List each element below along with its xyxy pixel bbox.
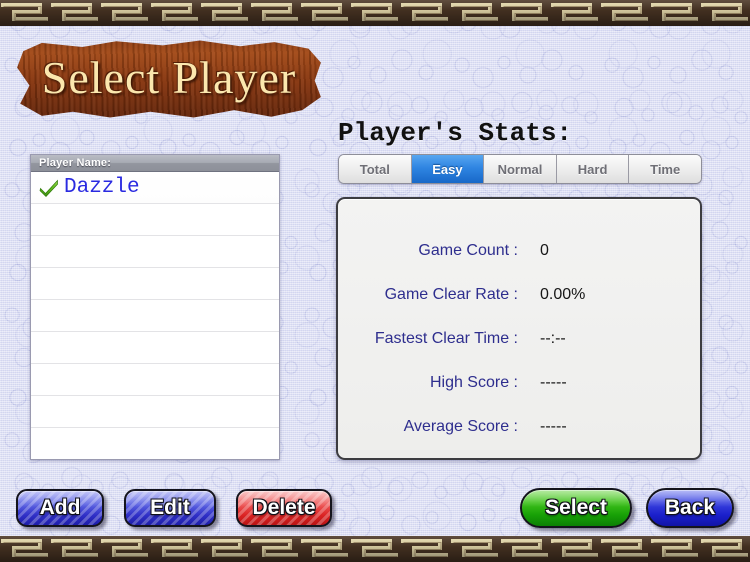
page-title: Select Player [41, 52, 297, 103]
list-item[interactable] [31, 300, 279, 332]
tab-hard[interactable]: Hard [556, 155, 630, 183]
tab-total[interactable]: Total [339, 155, 412, 183]
stat-label: Fastest Clear Time : [374, 330, 518, 347]
player-list-header: Player Name: [31, 155, 279, 172]
stat-row-average-score: Average Score : ----- [338, 405, 700, 449]
stat-row-fastest-clear-time: Fastest Clear Time : --:-- [338, 317, 700, 361]
edit-button-label: Edit [150, 496, 190, 519]
select-button[interactable]: Select [520, 488, 632, 528]
stats-panel: Game Count : 0 Game Clear Rate : 0.00% F… [336, 197, 702, 460]
stat-value: 0.00% [540, 286, 586, 303]
select-button-label: Select [545, 496, 607, 519]
top-border-frame [0, 0, 750, 26]
difficulty-tab-group[interactable]: Total Easy Normal Hard Time [338, 154, 702, 184]
tab-normal[interactable]: Normal [484, 155, 557, 183]
tab-time[interactable]: Time [629, 155, 701, 183]
add-button-label: Add [39, 496, 81, 519]
delete-button-label: Delete [252, 496, 316, 519]
green-check-icon [38, 177, 60, 199]
stat-value: 0 [540, 242, 549, 259]
stat-label: Game Count : [418, 242, 518, 259]
stat-value: --:-- [540, 330, 566, 347]
list-item[interactable] [31, 428, 279, 459]
stats-heading: Player's Stats: [338, 118, 573, 148]
list-item[interactable] [31, 396, 279, 428]
delete-button[interactable]: Delete [236, 489, 332, 527]
stat-row-game-clear-rate: Game Clear Rate : 0.00% [338, 273, 700, 317]
list-item[interactable] [31, 332, 279, 364]
stat-row-game-count: Game Count : 0 [338, 229, 700, 273]
edit-button[interactable]: Edit [124, 489, 216, 527]
tab-easy[interactable]: Easy [411, 155, 485, 183]
list-item[interactable] [31, 236, 279, 268]
back-button-label: Back [664, 496, 716, 519]
stat-label: Game Clear Rate : [384, 286, 518, 303]
stat-value: ----- [540, 374, 567, 391]
back-button[interactable]: Back [646, 488, 734, 528]
list-item[interactable] [31, 268, 279, 300]
game-screen: Select Player Player Name: Dazzle Player… [0, 0, 750, 562]
add-button[interactable]: Add [16, 489, 104, 527]
list-item[interactable] [31, 204, 279, 236]
stat-row-high-score: High Score : ----- [338, 361, 700, 405]
stat-label: Average Score : [403, 418, 518, 435]
player-list[interactable]: Player Name: Dazzle [30, 154, 280, 460]
list-item[interactable] [31, 364, 279, 396]
stat-label: High Score : [429, 374, 518, 391]
page-title-sign: Select Player [14, 38, 324, 120]
list-item-label: Dazzle [64, 176, 140, 199]
stat-value: ----- [540, 418, 567, 435]
bottom-border-frame [0, 536, 750, 562]
list-item[interactable]: Dazzle [31, 172, 279, 204]
